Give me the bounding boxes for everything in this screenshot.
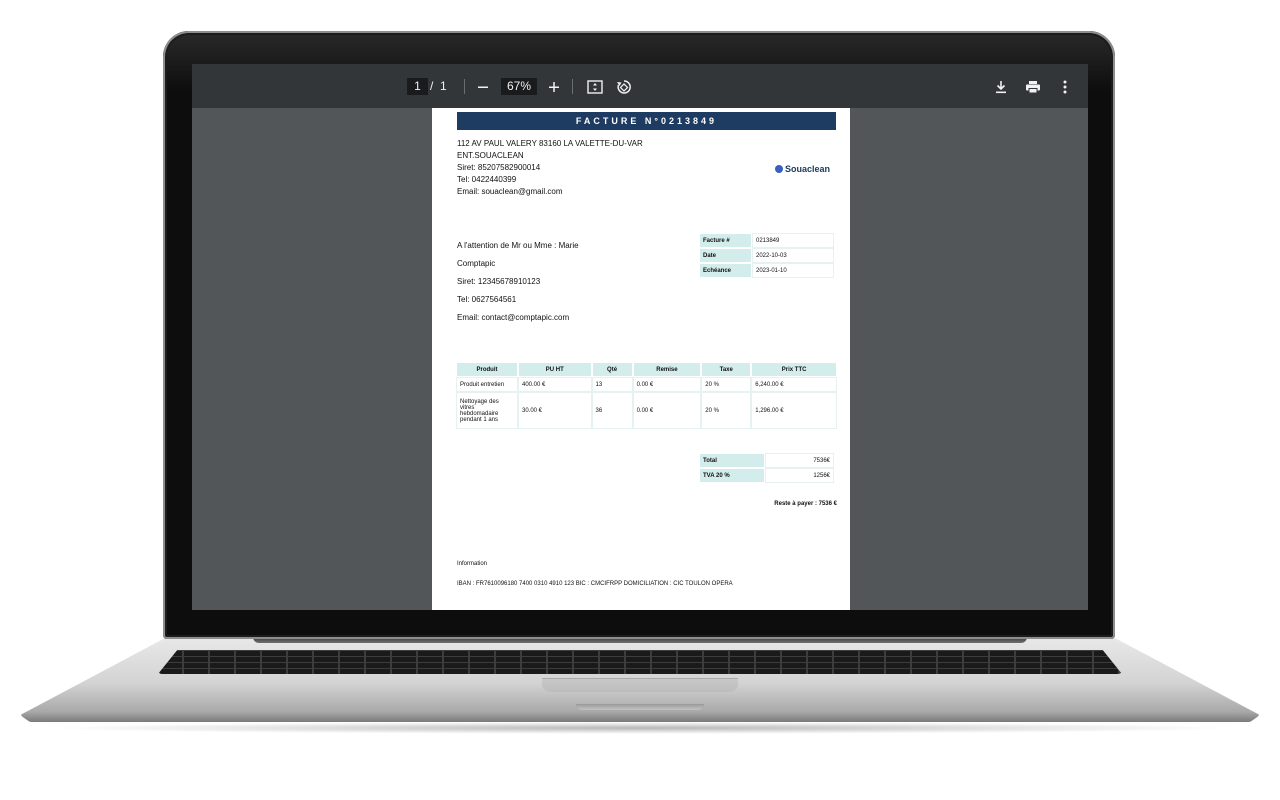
- laptop-notch: [576, 704, 704, 710]
- zoom-in-button[interactable]: [543, 76, 565, 98]
- client-tel: Tel: 0627564561: [457, 295, 517, 304]
- items-table: Produit PU HT Qté Remise Taxe Prix TTC P…: [455, 361, 838, 430]
- client-email: Email: contact@comptapic.com: [457, 313, 570, 322]
- column-header: Prix TTC: [752, 363, 836, 376]
- pdf-page: FACTURE N°0213849 112 AV PAUL VALERY 831…: [432, 108, 850, 610]
- logo-text: Souaclean: [785, 164, 831, 174]
- company-logo: Souaclean: [775, 164, 830, 174]
- zoom-out-icon: [478, 86, 488, 88]
- more-options-button[interactable]: [1054, 76, 1076, 98]
- sender-tel: Tel: 0422440399: [457, 175, 517, 184]
- tva-label: TVA 20 %: [700, 469, 764, 482]
- page-total: 1: [440, 79, 447, 93]
- tva-value: 1256€: [766, 469, 833, 482]
- laptop-trackpad: [542, 678, 738, 692]
- total-label: Total: [700, 454, 764, 467]
- client-attention: A l'attention de Mr ou Mme : Marie: [457, 241, 579, 250]
- column-header: Produit: [457, 363, 517, 376]
- amount-due: Reste à payer : 7536 €: [774, 501, 837, 507]
- table-header-row: Produit PU HT Qté Remise Taxe Prix TTC: [457, 363, 836, 376]
- table-cell: 400.00 €: [519, 378, 591, 391]
- pdf-viewer: 1 / 1 67% FACTURE N°0213849 112 AV PAUL …: [192, 64, 1088, 610]
- meta-value: 2022-10-03: [753, 249, 833, 262]
- toolbar-separator: [464, 79, 465, 94]
- meta-label: Date: [700, 249, 751, 262]
- table-cell: 0.00 €: [634, 378, 701, 391]
- total-value: 7536€: [766, 454, 833, 467]
- column-header: PU HT: [519, 363, 591, 376]
- sender-address: 112 AV PAUL VALERY 83160 LA VALETTE-DU-V…: [457, 139, 643, 148]
- invoice-title: FACTURE N°0213849: [457, 112, 836, 130]
- table-row: Nettoyage des vitres hebdomadaire pendan…: [457, 393, 836, 428]
- client-siret: Siret: 12345678910123: [457, 277, 541, 286]
- sender-email: Email: souaclean@gmail.com: [457, 187, 563, 196]
- column-header: Qté: [592, 363, 632, 376]
- meta-label: Facture #: [700, 234, 751, 247]
- page-number-input[interactable]: 1: [407, 78, 428, 95]
- fit-page-button[interactable]: [584, 76, 606, 98]
- column-header: Taxe: [702, 363, 751, 376]
- sender-company: ENT.SOUACLEAN: [457, 151, 524, 160]
- print-icon: [1026, 81, 1040, 94]
- laptop-keyboard: [158, 650, 1122, 674]
- zoom-in-icon: [549, 82, 559, 92]
- table-cell: 20 %: [702, 393, 750, 428]
- table-cell: Produit entretien: [457, 378, 517, 391]
- table-row: Produit entretien 400.00 € 13 0.00 € 20 …: [457, 378, 836, 391]
- table-cell: 13: [593, 378, 632, 391]
- meta-row: Date 2022-10-03: [700, 249, 833, 262]
- information-label: Information: [457, 561, 488, 567]
- fit-page-icon: [587, 80, 603, 94]
- rotate-button[interactable]: [613, 76, 635, 98]
- meta-value: 0213849: [753, 234, 833, 247]
- column-header: Remise: [633, 363, 701, 376]
- sender-siret: Siret: 85207582900014: [457, 163, 541, 172]
- iban-details: IBAN : FR7610096180 7400 0310 4910 123 B…: [457, 581, 733, 587]
- table-cell: 6,240.00 €: [752, 378, 836, 391]
- table-cell: Nettoyage des vitres hebdomadaire pendan…: [457, 393, 517, 428]
- toolbar-separator: [572, 79, 573, 94]
- more-vert-icon: [1063, 80, 1067, 94]
- meta-label: Echéance: [700, 264, 751, 277]
- download-button[interactable]: [990, 76, 1012, 98]
- rotate-icon: [617, 80, 631, 94]
- total-row: Total 7536€: [700, 454, 833, 467]
- logo-icon: [775, 165, 783, 173]
- zoom-out-button[interactable]: [472, 76, 494, 98]
- download-icon: [996, 81, 1006, 94]
- invoice-meta-table: Facture # 0213849 Date 2022-10-03 Echéan…: [698, 232, 835, 279]
- meta-value: 2023-01-10: [753, 264, 833, 277]
- page-separator: /: [430, 79, 434, 93]
- meta-row: Facture # 0213849: [700, 234, 833, 247]
- print-button[interactable]: [1022, 76, 1044, 98]
- table-cell: 36: [593, 393, 632, 428]
- meta-row: Echéance 2023-01-10: [700, 264, 833, 277]
- table-cell: 0.00 €: [634, 393, 701, 428]
- zoom-level-input[interactable]: 67%: [501, 78, 537, 95]
- viewer-toolbar: 1 / 1 67%: [192, 64, 1088, 108]
- table-cell: 1,296.00 €: [752, 393, 836, 428]
- table-cell: 20 %: [702, 378, 750, 391]
- totals-table: Total 7536€ TVA 20 % 1256€: [698, 452, 835, 484]
- table-cell: 30.00 €: [519, 393, 591, 428]
- client-company: Comptapic: [457, 259, 496, 268]
- laptop-shadow: [40, 722, 1240, 734]
- tva-row: TVA 20 % 1256€: [700, 469, 833, 482]
